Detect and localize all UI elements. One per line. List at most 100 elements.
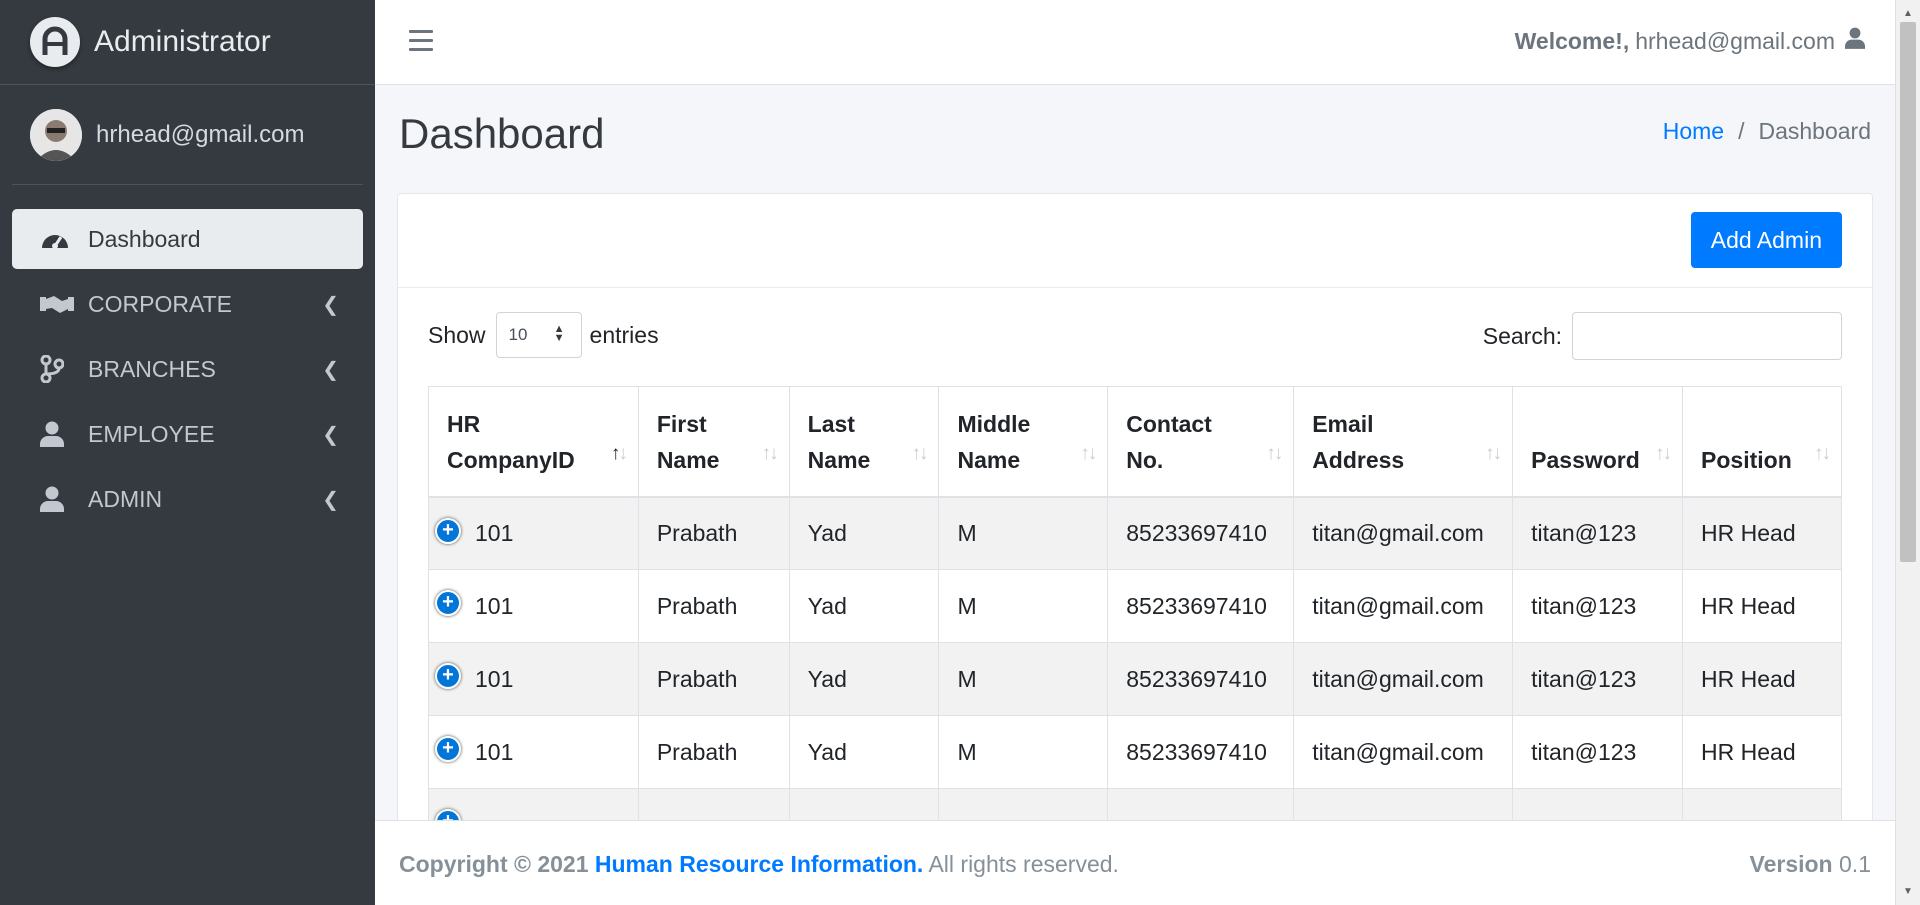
- content-header: Dashboard Home / Dashboard: [399, 110, 1871, 158]
- table-row: +101 Prabath Yad M 85233697410 titan@gma…: [428, 715, 1842, 789]
- cell-contact-no: 85233697410: [1107, 569, 1295, 643]
- entries-label: entries: [589, 321, 659, 348]
- cell-position: HR Head: [1682, 642, 1842, 716]
- sidebar-item-label: CORPORATE: [88, 290, 232, 317]
- column-header-last-name[interactable]: Last Name ↑↓: [788, 386, 940, 498]
- table-row: +101 Prabath Yad M 85233697410 titan@gma…: [428, 496, 1842, 570]
- cell-last-name: Yad: [788, 642, 940, 716]
- sort-icon: ↑↓: [1080, 442, 1097, 464]
- breadcrumb-separator: /: [1738, 118, 1745, 144]
- user-panel[interactable]: hrhead@gmail.com: [12, 85, 363, 185]
- cell-position: HR Head: [1682, 569, 1842, 643]
- brand-link[interactable]: Administrator: [0, 0, 375, 85]
- admin-table-card: Add Admin Show 10 ▲ ▼ entries Search: HR C…: [397, 193, 1873, 833]
- card-header: Add Admin: [398, 194, 1872, 288]
- sidebar-item-label: BRANCHES: [88, 355, 216, 382]
- cell-contact-no: 85233697410: [1107, 496, 1295, 570]
- sort-icon: ↑↓: [911, 442, 928, 464]
- sidebar-item-employee[interactable]: EMPLOYEE ❮: [12, 404, 363, 464]
- handshake-icon: [40, 290, 74, 318]
- sidebar: Administrator hrhead@gmail.com Dashboard…: [0, 0, 375, 905]
- rights-text: All rights reserved.: [928, 851, 1119, 877]
- cell-middle-name: M: [938, 642, 1109, 716]
- cell-last-name: Yad: [788, 715, 940, 789]
- table-header-row: HR CompanyID ↑↓ First Name ↑↓ Last Name ↑↓ Mid…: [428, 386, 1842, 498]
- entries-select[interactable]: 10 ▲ ▼: [495, 312, 582, 358]
- cell-last-name: Yad: [788, 569, 940, 643]
- sidebar-item-admin[interactable]: ADMIN ❮: [12, 469, 363, 529]
- brand-text: Administrator: [94, 25, 271, 58]
- select-arrows-icon: ▲ ▼: [553, 323, 565, 344]
- column-header-email-address[interactable]: Email Address ↑↓: [1293, 386, 1514, 498]
- sidebar-item-dashboard[interactable]: Dashboard: [12, 209, 363, 269]
- cell-email: titan@gmail.com: [1293, 642, 1514, 716]
- menu-toggle-icon[interactable]: [409, 30, 433, 57]
- avatar: [30, 108, 82, 161]
- table-search: Search:: [1483, 312, 1842, 360]
- footer-version: Version 0.1: [1750, 851, 1871, 878]
- cell-first-name: Prabath: [637, 715, 790, 789]
- page-scrollbar[interactable]: ▲ ▼: [1895, 0, 1920, 905]
- cell-middle-name: M: [938, 496, 1109, 570]
- entries-length: Show 10 ▲ ▼ entries: [428, 312, 659, 358]
- table-controls: Show 10 ▲ ▼ entries Search:: [398, 288, 1872, 386]
- table-row: +101 Prabath Yad M 85233697410 titan@gma…: [428, 642, 1842, 716]
- scroll-down-icon[interactable]: ▼: [1903, 886, 1913, 897]
- cell-hr-companyid: +101: [428, 715, 639, 789]
- cell-last-name: Yad: [788, 496, 940, 570]
- user-icon: [40, 485, 74, 513]
- column-header-contact-no[interactable]: Contact No. ↑↓: [1107, 386, 1295, 498]
- page-title: Dashboard: [399, 110, 605, 157]
- version-value: 0.1: [1839, 851, 1871, 877]
- expand-row-icon[interactable]: +: [435, 517, 461, 544]
- search-input[interactable]: [1572, 312, 1842, 360]
- footer: Copyright © 2021 Human Resource Informat…: [375, 820, 1895, 905]
- cell-first-name: Prabath: [637, 569, 790, 643]
- cell-email: titan@gmail.com: [1293, 715, 1514, 789]
- cell-email: titan@gmail.com: [1293, 569, 1514, 643]
- cell-position: HR Head: [1682, 496, 1842, 570]
- breadcrumb-home-link[interactable]: Home: [1663, 118, 1724, 144]
- org-link[interactable]: Human Resource Information.: [595, 851, 923, 877]
- table-row: +101 Prabath Yad M 85233697410 titan@gma…: [428, 569, 1842, 643]
- cell-password: titan@123: [1512, 569, 1684, 643]
- version-label: Version: [1749, 851, 1833, 877]
- footer-copyright: Copyright © 2021 Human Resource Informat…: [399, 851, 1119, 878]
- chevron-left-icon: ❮: [322, 489, 339, 511]
- sort-icon: ↑↓: [1655, 442, 1672, 464]
- column-header-position[interactable]: Position ↑↓: [1682, 386, 1842, 498]
- entries-value: 10: [508, 325, 528, 344]
- code-branch-icon: [40, 355, 74, 383]
- scroll-up-icon[interactable]: ▲: [1903, 8, 1913, 19]
- welcome-email: hrhead@gmail.com: [1635, 27, 1835, 54]
- breadcrumb: Home / Dashboard: [1663, 118, 1871, 145]
- cell-password: titan@123: [1512, 715, 1684, 789]
- column-header-password[interactable]: Password ↑↓: [1512, 386, 1684, 498]
- sidebar-item-label: Dashboard: [88, 225, 201, 252]
- search-label: Search:: [1482, 322, 1562, 349]
- cell-hr-companyid: +101: [428, 496, 639, 570]
- sort-icon: ↑↓: [1814, 442, 1831, 464]
- column-header-middle-name[interactable]: Middle Name ↑↓: [938, 386, 1109, 498]
- expand-row-icon[interactable]: +: [435, 663, 461, 689]
- sidebar-item-corporate[interactable]: CORPORATE ❮: [12, 274, 363, 334]
- expand-row-icon[interactable]: +: [435, 590, 461, 616]
- add-admin-button[interactable]: Add Admin: [1690, 212, 1842, 268]
- cell-first-name: Prabath: [637, 496, 790, 570]
- chevron-left-icon: ❮: [322, 294, 339, 316]
- copyright-text: Copyright © 2021: [399, 851, 589, 877]
- top-navbar: Welcome!, hrhead@gmail.com: [375, 0, 1895, 85]
- breadcrumb-current: Dashboard: [1758, 118, 1871, 144]
- scroll-thumb[interactable]: [1900, 22, 1916, 562]
- cell-hr-companyid: +101: [428, 642, 639, 716]
- sidebar-item-branches[interactable]: BRANCHES ❮: [12, 339, 363, 399]
- sidebar-item-label: EMPLOYEE: [88, 420, 215, 447]
- sort-icon: ↑↓: [761, 442, 779, 464]
- column-header-hr-companyid[interactable]: HR CompanyID ↑↓: [428, 386, 639, 498]
- expand-row-icon[interactable]: +: [435, 736, 461, 762]
- welcome-user[interactable]: Welcome!, hrhead@gmail.com: [1515, 26, 1865, 56]
- cell-contact-no: 85233697410: [1107, 642, 1295, 716]
- chevron-left-icon: ❮: [322, 359, 339, 381]
- sidebar-nav: Dashboard CORPORATE ❮ BRANCHES ❮ EMPLOYE…: [0, 209, 375, 529]
- column-header-first-name[interactable]: First Name ↑↓: [637, 386, 790, 498]
